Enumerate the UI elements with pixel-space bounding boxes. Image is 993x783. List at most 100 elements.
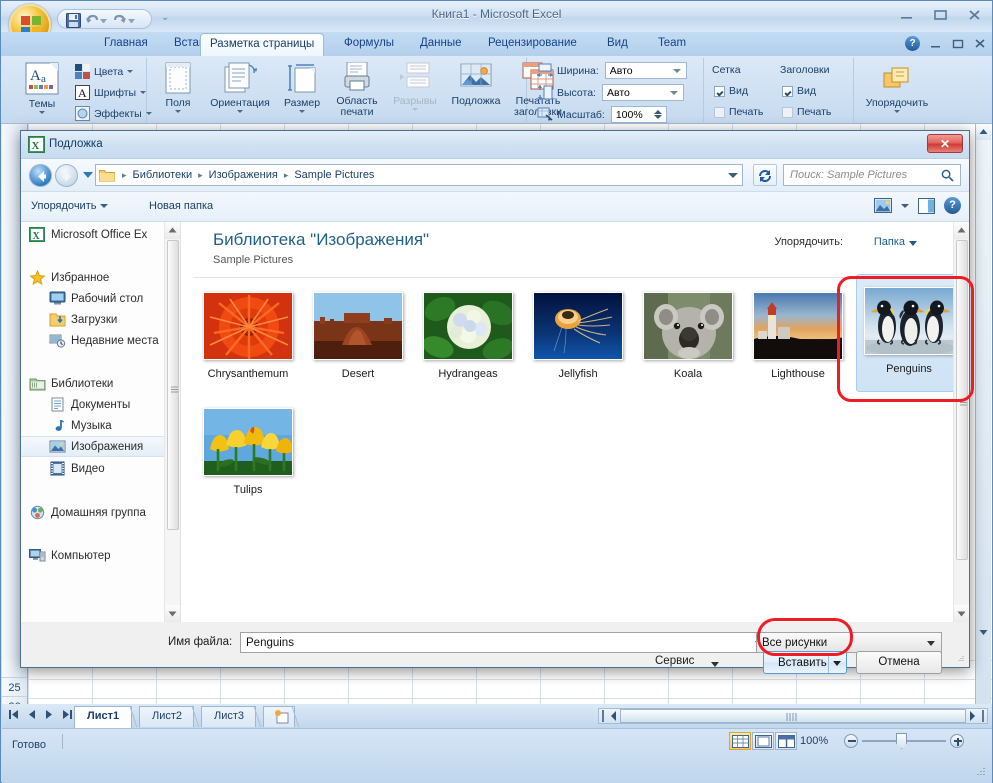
scroll-left-icon[interactable]: [607, 709, 620, 723]
sidebar-item-downloads[interactable]: Загрузки: [21, 309, 179, 330]
file-list-pane[interactable]: Библиотека "Изображения" Sample Pictures…: [181, 222, 969, 622]
insert-worksheet-button[interactable]: [263, 706, 295, 727]
breadcrumb-segment-sample-pictures[interactable]: Sample Pictures: [292, 169, 376, 181]
scroll-up-button[interactable]: [165, 222, 180, 239]
sidebar-item-documents[interactable]: Документы: [21, 394, 179, 415]
worksheet-vertical-scrollbar[interactable]: [975, 124, 991, 704]
cancel-button[interactable]: Отмена: [856, 651, 942, 674]
headings-view-checkbox[interactable]: Вид: [782, 85, 816, 97]
help-icon[interactable]: ?: [905, 36, 920, 51]
restore-ribbon-icon[interactable]: [952, 38, 964, 50]
spinner-arrows-icon[interactable]: [653, 110, 662, 119]
split-handle-left-icon[interactable]: [599, 709, 607, 723]
file-tile-koala[interactable]: Koala: [635, 284, 741, 394]
file-tile-lighthouse[interactable]: Lighthouse: [745, 284, 851, 394]
preview-pane-icon[interactable]: [874, 198, 892, 213]
worksheet-horizontal-scrollbar[interactable]: [598, 708, 988, 724]
scale-spinner[interactable]: 100%: [610, 106, 667, 123]
zoom-out-button[interactable]: [844, 734, 858, 748]
dialog-resize-grip-icon[interactable]: [955, 654, 965, 664]
breadcrumb-segment-libraries[interactable]: Библиотеки: [131, 169, 195, 181]
themes-button[interactable]: A a Темы: [13, 60, 71, 114]
breaks-button[interactable]: Разрывы: [386, 60, 444, 111]
sheet-tab-1[interactable]: Лист1: [74, 706, 132, 728]
sidebar-item-pictures[interactable]: Изображения: [21, 436, 179, 457]
sidebar-item-microsoft-office-excel[interactable]: X Microsoft Office Ex: [21, 224, 179, 245]
fit-height-combo[interactable]: Авто: [601, 84, 684, 101]
scroll-up-button[interactable]: [954, 222, 969, 239]
gridlines-print-checkbox[interactable]: Печать: [714, 106, 763, 118]
tab-data[interactable]: Данные: [411, 34, 471, 56]
print-area-button[interactable]: Область печати: [327, 60, 387, 118]
page-break-view-button[interactable]: [775, 732, 797, 750]
first-sheet-icon[interactable]: [8, 709, 20, 720]
margins-button[interactable]: Поля: [151, 60, 205, 113]
tab-team[interactable]: Team: [649, 34, 695, 56]
orientation-button[interactable]: Ориентация: [205, 60, 275, 113]
file-tile-penguins[interactable]: Penguins: [856, 274, 962, 392]
file-tile-tulips[interactable]: Tulips: [195, 400, 301, 510]
breadcrumb-segment-pictures[interactable]: Изображения: [207, 169, 280, 181]
fit-width-combo[interactable]: Авто: [604, 62, 687, 79]
theme-effects-button[interactable]: Эффекты: [75, 106, 152, 121]
scroll-down-button[interactable]: [976, 624, 991, 640]
sidebar-item-computer[interactable]: Компьютер: [21, 545, 179, 566]
file-list-scrollbar[interactable]: [953, 222, 969, 622]
tab-formulas[interactable]: Формулы: [335, 34, 403, 56]
close-workbook-icon[interactable]: [974, 38, 986, 50]
scroll-down-button[interactable]: [165, 605, 180, 622]
search-icon[interactable]: [941, 169, 954, 182]
sidebar-item-music[interactable]: Музыка: [21, 415, 179, 436]
breadcrumb-dropdown-icon[interactable]: [728, 173, 738, 178]
tools-button[interactable]: Сервис: [655, 655, 694, 667]
tab-home[interactable]: Главная: [95, 34, 157, 56]
filename-input[interactable]: Penguins: [240, 632, 770, 653]
help-icon[interactable]: ?: [944, 197, 961, 214]
dialog-close-button[interactable]: ✕: [927, 134, 963, 153]
chevron-down-icon[interactable]: [711, 662, 719, 667]
new-folder-button[interactable]: Новая папка: [149, 200, 213, 212]
window-resize-grip-icon[interactable]: [974, 766, 986, 778]
close-window-button[interactable]: [964, 7, 986, 23]
sidebar-item-recent-places[interactable]: Недавние места: [21, 330, 179, 351]
hscroll-thumb[interactable]: [620, 709, 966, 723]
file-tile-desert[interactable]: Desert: [305, 284, 411, 394]
gridlines-view-checkbox[interactable]: Вид: [714, 85, 748, 97]
file-tile-hydrangeas[interactable]: Hydrangeas: [415, 284, 521, 394]
size-button[interactable]: Размер: [276, 60, 328, 113]
split-handle-right-icon[interactable]: [979, 709, 987, 723]
chevron-down-icon[interactable]: [927, 641, 935, 646]
file-tile-jellyfish[interactable]: Jellyfish: [525, 284, 631, 394]
next-sheet-icon[interactable]: [44, 709, 54, 720]
watermark-button[interactable]: Подложка: [443, 60, 509, 107]
layout-pane-icon[interactable]: [918, 197, 935, 214]
arrange-button[interactable]: Упорядочить: [864, 62, 930, 113]
scroll-down-button[interactable]: [954, 605, 969, 622]
insert-dropdown-icon[interactable]: [833, 661, 841, 666]
zoom-slider-handle[interactable]: [896, 733, 907, 749]
theme-fonts-button[interactable]: A Шрифты: [75, 85, 147, 100]
tab-review[interactable]: Рецензирование: [479, 34, 586, 56]
filetype-select[interactable]: Все рисунки: [756, 632, 942, 653]
sidebar-item-homegroup[interactable]: Домашняя группа: [21, 502, 179, 523]
insert-button[interactable]: Вставить: [763, 651, 847, 674]
maximize-window-button[interactable]: [930, 7, 952, 23]
chevron-down-icon[interactable]: [909, 241, 917, 246]
view-dropdown-icon[interactable]: [901, 203, 909, 208]
zoom-in-button[interactable]: [950, 734, 964, 748]
sheet-tab-2[interactable]: Лист2: [139, 706, 194, 727]
headings-print-checkbox[interactable]: Печать: [782, 106, 831, 118]
last-sheet-icon[interactable]: [61, 709, 73, 720]
navigation-pane-scrollbar[interactable]: [164, 222, 180, 622]
previous-sheet-icon[interactable]: [27, 709, 37, 720]
file-tile-chrysanthemum[interactable]: Chrysanthemum: [195, 284, 301, 394]
sheet-tab-3[interactable]: Лист3: [201, 706, 256, 727]
forward-button[interactable]: [55, 164, 78, 187]
recent-locations-dropdown-icon[interactable]: [83, 172, 93, 178]
scroll-up-button[interactable]: [976, 124, 991, 140]
search-input[interactable]: Поиск: Sample Pictures: [783, 164, 961, 186]
zoom-level[interactable]: 100%: [800, 735, 828, 747]
page-layout-view-button[interactable]: [752, 732, 774, 750]
sidebar-item-favorites[interactable]: Избранное: [21, 267, 179, 288]
row-header-25[interactable]: 25: [2, 679, 27, 697]
